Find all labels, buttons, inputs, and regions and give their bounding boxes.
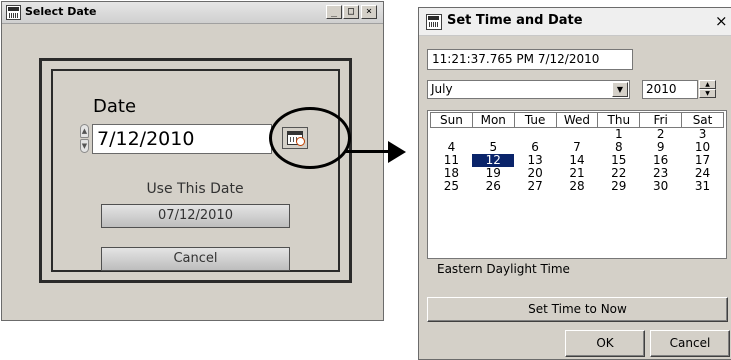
month-select[interactable]: July ▼ <box>427 80 630 99</box>
increment-icon[interactable]: ▲ <box>699 80 716 89</box>
close-button[interactable]: × <box>715 12 728 30</box>
day-cell[interactable]: 28 <box>556 180 598 193</box>
month-value: July <box>431 82 453 96</box>
cancel-button[interactable]: Cancel <box>101 247 290 271</box>
maximize-button[interactable]: □ <box>343 5 359 19</box>
day-cell[interactable]: 29 <box>598 180 640 193</box>
datetime-input[interactable]: 11:21:37.765 PM 7/12/2010 <box>427 49 633 70</box>
day-cell[interactable]: 2 <box>640 128 682 142</box>
year-spinner[interactable]: ▲ ▼ <box>699 80 716 99</box>
day-cell[interactable]: 31 <box>682 180 724 193</box>
calendar-grid: Sun Mon Tue Wed Thu Fri Sat 1 2 3 4 5 6 … <box>427 110 727 259</box>
day-cell[interactable] <box>556 128 598 142</box>
day-cell[interactable] <box>431 128 473 142</box>
set-time-to-now-button[interactable]: Set Time to Now <box>427 297 728 322</box>
ok-button[interactable]: OK <box>565 330 645 357</box>
day-cell[interactable]: 30 <box>640 180 682 193</box>
weekday-header: Tue <box>513 112 557 128</box>
day-cell[interactable]: 1 <box>598 128 640 142</box>
app-icon <box>6 5 21 20</box>
highlight-circle <box>269 107 351 169</box>
decrement-icon[interactable]: ▼ <box>80 139 89 153</box>
day-cell[interactable] <box>472 128 514 142</box>
timezone-label: Eastern Daylight Time <box>437 262 570 276</box>
use-this-date-label: Use This Date <box>146 181 244 197</box>
weekday-header: Sat <box>681 112 724 128</box>
weekday-header: Sun <box>430 112 473 128</box>
day-cell[interactable]: 27 <box>514 180 556 193</box>
year-input[interactable]: 2010 <box>642 80 698 99</box>
arrowhead-icon <box>388 141 406 163</box>
date-label: Date <box>93 96 137 117</box>
title-bar[interactable]: Select Date _ □ × <box>2 2 383 24</box>
arrow-icon <box>346 150 390 153</box>
date-spinner[interactable]: ▲ ▼ <box>80 124 90 154</box>
close-button[interactable]: × <box>361 5 377 19</box>
window-title: Set Time and Date <box>447 13 583 28</box>
weekday-header: Wed <box>555 112 599 128</box>
day-cell[interactable] <box>514 128 556 142</box>
cancel-button[interactable]: Cancel <box>650 330 730 357</box>
increment-icon[interactable]: ▲ <box>80 124 89 138</box>
chevron-down-icon[interactable]: ▼ <box>612 82 628 97</box>
day-cell[interactable]: 3 <box>682 128 724 142</box>
decrement-icon[interactable]: ▼ <box>699 89 716 98</box>
app-icon <box>426 14 442 30</box>
minimize-button[interactable]: _ <box>326 5 342 19</box>
weekday-header: Thu <box>597 112 641 128</box>
date-input[interactable]: 7/12/2010 <box>92 124 272 154</box>
weekday-header: Mon <box>471 112 515 128</box>
date-input-value: 7/12/2010 <box>97 128 195 150</box>
window-title: Select Date <box>25 5 97 18</box>
day-cell[interactable]: 25 <box>431 180 473 193</box>
set-time-date-window: Set Time and Date × 11:21:37.765 PM 7/12… <box>418 7 731 360</box>
day-cell[interactable]: 26 <box>472 180 514 193</box>
weekday-header: Fri <box>639 112 683 128</box>
title-bar[interactable]: Set Time and Date × <box>419 8 731 36</box>
use-date-button[interactable]: 07/12/2010 <box>101 204 290 228</box>
